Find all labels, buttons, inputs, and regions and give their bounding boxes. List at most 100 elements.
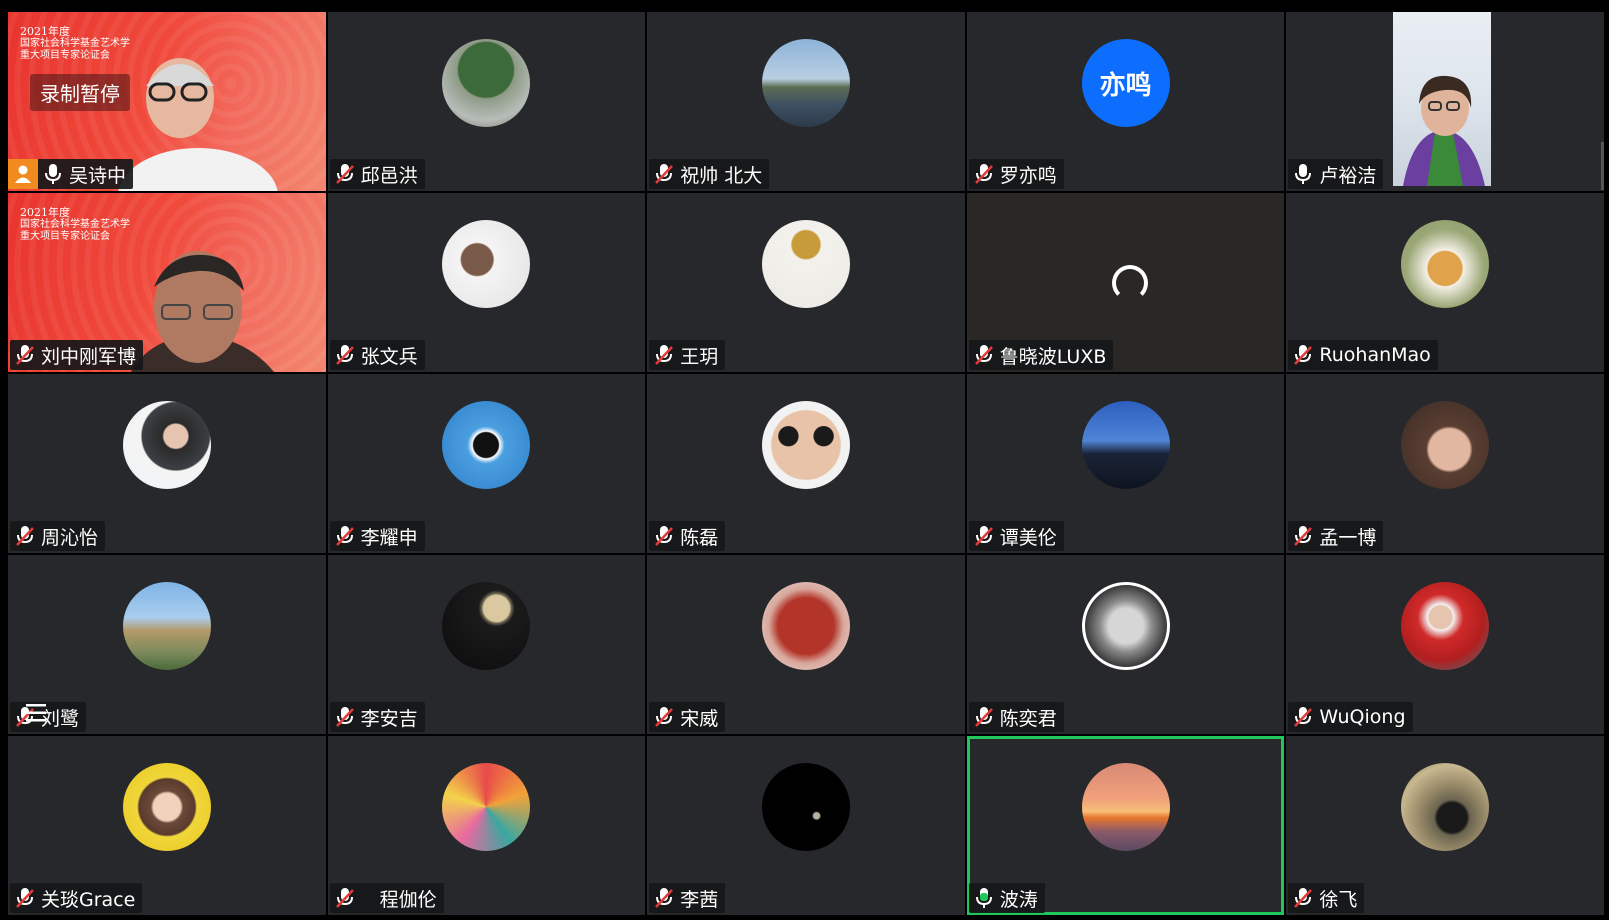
- participant-tile[interactable]: RuohanMao: [1286, 193, 1604, 372]
- participant-nameplate: 吴诗中: [8, 159, 134, 189]
- participant-video-feed: [1393, 12, 1492, 186]
- mic-muted-icon[interactable]: [974, 344, 993, 366]
- participant-tile[interactable]: 程伽伦: [327, 736, 646, 915]
- participant-tile[interactable]: 关琰Grace: [8, 736, 326, 915]
- participant-name: 陈磊: [680, 526, 719, 549]
- participant-tile[interactable]: 徐飞: [1286, 736, 1604, 915]
- participant-tile[interactable]: 邱邑洪: [327, 12, 646, 191]
- participant-name: 徐飞: [1319, 888, 1358, 911]
- participant-tile[interactable]: 陈奕君: [966, 555, 1285, 734]
- participant-tile[interactable]: 宋威: [647, 555, 965, 734]
- mic-muted-icon[interactable]: [974, 525, 993, 547]
- participant-tile[interactable]: 祝帅 北大: [647, 12, 965, 191]
- mic-muted-icon[interactable]: [335, 706, 354, 728]
- lamp-avatar: [761, 220, 850, 308]
- banner-line: 2021年度: [20, 206, 70, 219]
- participant-tile[interactable]: 李安吉: [327, 555, 646, 734]
- participant-name: 王玥: [680, 345, 719, 368]
- participant-nameplate: 孟一博: [1288, 521, 1384, 551]
- mic-muted-icon[interactable]: [335, 887, 354, 909]
- participant-name: 波涛: [999, 888, 1038, 911]
- young-man-avatar: [1401, 401, 1490, 489]
- participant-tile[interactable]: WuQiong: [1286, 555, 1604, 734]
- event-banner: 2021年度 国家社会科学基金艺术学 重大项目专家论证会: [20, 26, 130, 62]
- participant-nameplate: 祝帅 北大: [649, 159, 770, 189]
- participant-nameplate: 谭美伦: [968, 521, 1064, 551]
- video-tile[interactable]: 卢裕洁: [1286, 12, 1604, 191]
- microphone-icon[interactable]: [44, 163, 62, 185]
- mic-muted-icon[interactable]: [335, 163, 354, 185]
- participant-nameplate: 陈奕君: [968, 702, 1064, 732]
- participant-tile[interactable]: 张文兵: [327, 193, 646, 372]
- video-tile[interactable]: 2021年度 国家社会科学基金艺术学 重大项目专家论证会 刘中刚军博: [8, 193, 326, 372]
- fornasetti-face-avatar: [1081, 582, 1170, 670]
- mic-muted-icon[interactable]: [1294, 344, 1313, 366]
- participant-tile[interactable]: 周沁怡: [8, 374, 326, 553]
- participant-nameplate: RuohanMao: [1288, 340, 1438, 370]
- mic-muted-icon[interactable]: [655, 344, 674, 366]
- mic-active-icon[interactable]: [975, 887, 993, 909]
- building-avatar: [122, 582, 211, 670]
- mic-muted-icon[interactable]: [655, 706, 674, 728]
- participant-nameplate: 关琰Grace: [10, 883, 143, 913]
- participant-tile[interactable]: 王玥: [647, 193, 965, 372]
- participant-tile[interactable]: 陈磊: [647, 374, 965, 553]
- banner-line: 2021年度: [20, 25, 70, 38]
- participant-name: 邱邑洪: [360, 164, 418, 187]
- participant-grid: 2021年度 国家社会科学基金艺术学 重大项目专家论证会 录制暂停 吴诗中 邱邑…: [8, 12, 1604, 915]
- cartoon-girl-avatar: [122, 763, 211, 851]
- video-tile-host[interactable]: 2021年度 国家社会科学基金艺术学 重大项目专家论证会 录制暂停 吴诗中: [8, 12, 326, 191]
- mic-muted-icon[interactable]: [655, 163, 674, 185]
- participant-tile[interactable]: 刘鹭: [8, 555, 326, 734]
- participant-name: 吴诗中: [69, 164, 127, 187]
- tree-courtyard-avatar: [442, 39, 531, 127]
- banner-line: 国家社会科学基金艺术学: [20, 38, 130, 49]
- event-banner: 2021年度 国家社会科学基金艺术学 重大项目专家论证会: [20, 207, 130, 243]
- sunset-avatar: [1081, 763, 1170, 851]
- participant-tile-loading[interactable]: 鲁晓波LUXB: [966, 193, 1285, 372]
- mic-muted-icon[interactable]: [335, 344, 354, 366]
- mic-muted-icon[interactable]: [974, 163, 993, 185]
- participant-nameplate: 张文兵: [329, 340, 425, 370]
- black-moon-avatar: [761, 763, 850, 851]
- participant-nameplate: 陈磊: [649, 521, 726, 551]
- participant-tile-speaking[interactable]: 波涛: [966, 736, 1285, 915]
- participant-tile[interactable]: 孟一博: [1286, 374, 1604, 553]
- participant-nameplate: 罗亦鸣: [968, 159, 1064, 189]
- mic-muted-icon[interactable]: [1294, 525, 1313, 547]
- participant-name: 宋威: [680, 707, 719, 730]
- participant-nameplate: 周沁怡: [10, 521, 106, 551]
- mic-muted-icon[interactable]: [1294, 706, 1313, 728]
- participant-name: 李耀申: [360, 526, 418, 549]
- cartoon-bear-avatar: [1401, 220, 1490, 308]
- mic-muted-icon[interactable]: [16, 525, 34, 547]
- participant-tile[interactable]: 谭美伦: [966, 374, 1285, 553]
- banner-line: 国家社会科学基金艺术学: [20, 219, 130, 230]
- mic-muted-icon[interactable]: [655, 887, 674, 909]
- participant-name: 孟一博: [1319, 526, 1377, 549]
- participant-video-person: [130, 251, 274, 372]
- participant-name: WuQiong: [1319, 706, 1406, 728]
- microphone-icon[interactable]: [1294, 163, 1312, 185]
- mic-muted-icon[interactable]: [1294, 887, 1313, 909]
- participant-tile[interactable]: 李耀申: [327, 374, 646, 553]
- participant-nameplate: 鲁晓波LUXB: [968, 340, 1114, 370]
- participant-tile[interactable]: 亦鸣 罗亦鸣: [966, 12, 1285, 191]
- mic-muted-icon[interactable]: [655, 525, 674, 547]
- participant-video-person: [1403, 75, 1486, 186]
- participant-video-person: [118, 58, 278, 191]
- mic-muted-icon[interactable]: [335, 525, 354, 547]
- orca-avatar: [442, 401, 531, 489]
- bird-avatar: [1401, 763, 1490, 851]
- mic-muted-icon[interactable]: [16, 887, 34, 909]
- menu-icon[interactable]: [22, 701, 50, 725]
- mic-muted-icon[interactable]: [974, 706, 993, 728]
- participant-name: 周沁怡: [41, 526, 99, 549]
- recording-status-label: 录制暂停: [30, 74, 130, 111]
- loading-spinner-icon: [1111, 264, 1148, 301]
- mic-muted-icon[interactable]: [16, 344, 34, 366]
- dusk-silhouette-avatar: [1081, 401, 1170, 489]
- participant-tile[interactable]: 李茜: [647, 736, 965, 915]
- lake-pagoda-avatar: [761, 39, 850, 127]
- participant-name: 刘中刚军博: [41, 345, 137, 368]
